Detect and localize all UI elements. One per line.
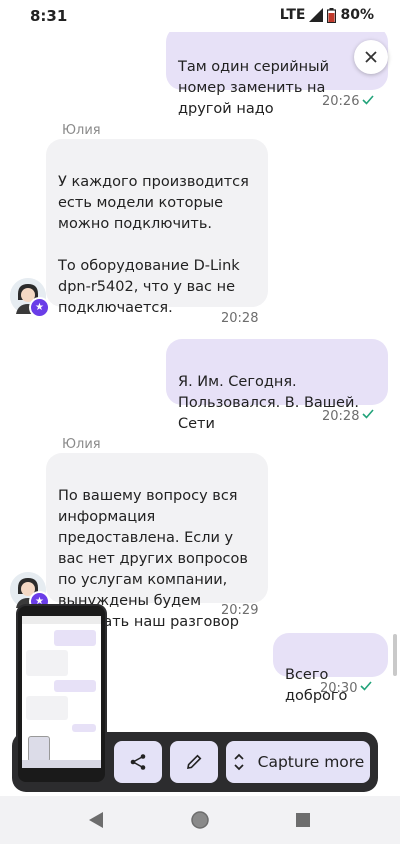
message-bubble-outgoing[interactable]: Всего доброго (273, 633, 388, 704)
check-icon (362, 95, 374, 105)
recents-square-icon[interactable] (295, 812, 311, 828)
edit-button[interactable] (170, 741, 218, 783)
network-type: LTE (279, 7, 306, 23)
message-time: 20:29 (221, 603, 259, 618)
message-time: 20:30 (320, 681, 358, 696)
battery-icon (327, 7, 337, 23)
share-button[interactable] (114, 741, 162, 783)
battery-level: 80% (340, 7, 374, 23)
scrollbar[interactable] (393, 634, 397, 676)
share-icon (130, 754, 146, 770)
message-time: 20:28 (322, 409, 360, 424)
close-button[interactable] (354, 40, 388, 74)
message-bubble-incoming[interactable]: По вашему вопросу вся информация предост… (46, 453, 268, 630)
message-time: 20:26 (322, 94, 360, 109)
check-icon (360, 681, 372, 691)
sender-name: Юлия (62, 123, 101, 138)
message-text: Там один серийный номер заменить на друг… (178, 59, 329, 117)
avatar: ★ (10, 278, 50, 318)
message-time: 20:28 (221, 311, 259, 326)
home-circle-icon[interactable] (190, 810, 210, 830)
status-icons: LTE 80% (280, 7, 374, 23)
close-icon (365, 51, 377, 63)
capture-more-button[interactable]: Capture more (226, 741, 370, 783)
navigation-bar (0, 796, 400, 844)
screenshot-preview-image (22, 616, 101, 768)
screenshot-thumbnail[interactable] (16, 604, 107, 784)
capture-more-label: Capture more (257, 753, 365, 771)
star-badge-icon: ★ (29, 297, 50, 318)
avatar: ★ (10, 572, 50, 612)
message-text: У каждого производится есть модели котор… (58, 174, 249, 316)
sender-name: Юлия (62, 437, 101, 452)
message-bubble-incoming[interactable]: У каждого производится есть модели котор… (46, 139, 268, 316)
expand-vertical-icon (234, 753, 244, 771)
status-bar: 8:31 LTE 80% (0, 0, 400, 32)
back-triangle-icon[interactable] (88, 811, 104, 829)
signal-icon (309, 8, 324, 22)
message-bubble-outgoing[interactable]: Я. Им. Сегодня. Пользовался. В. Вашей. С… (166, 339, 388, 432)
check-icon (362, 409, 374, 419)
status-time: 8:31 (30, 7, 68, 25)
pencil-icon (187, 754, 202, 769)
